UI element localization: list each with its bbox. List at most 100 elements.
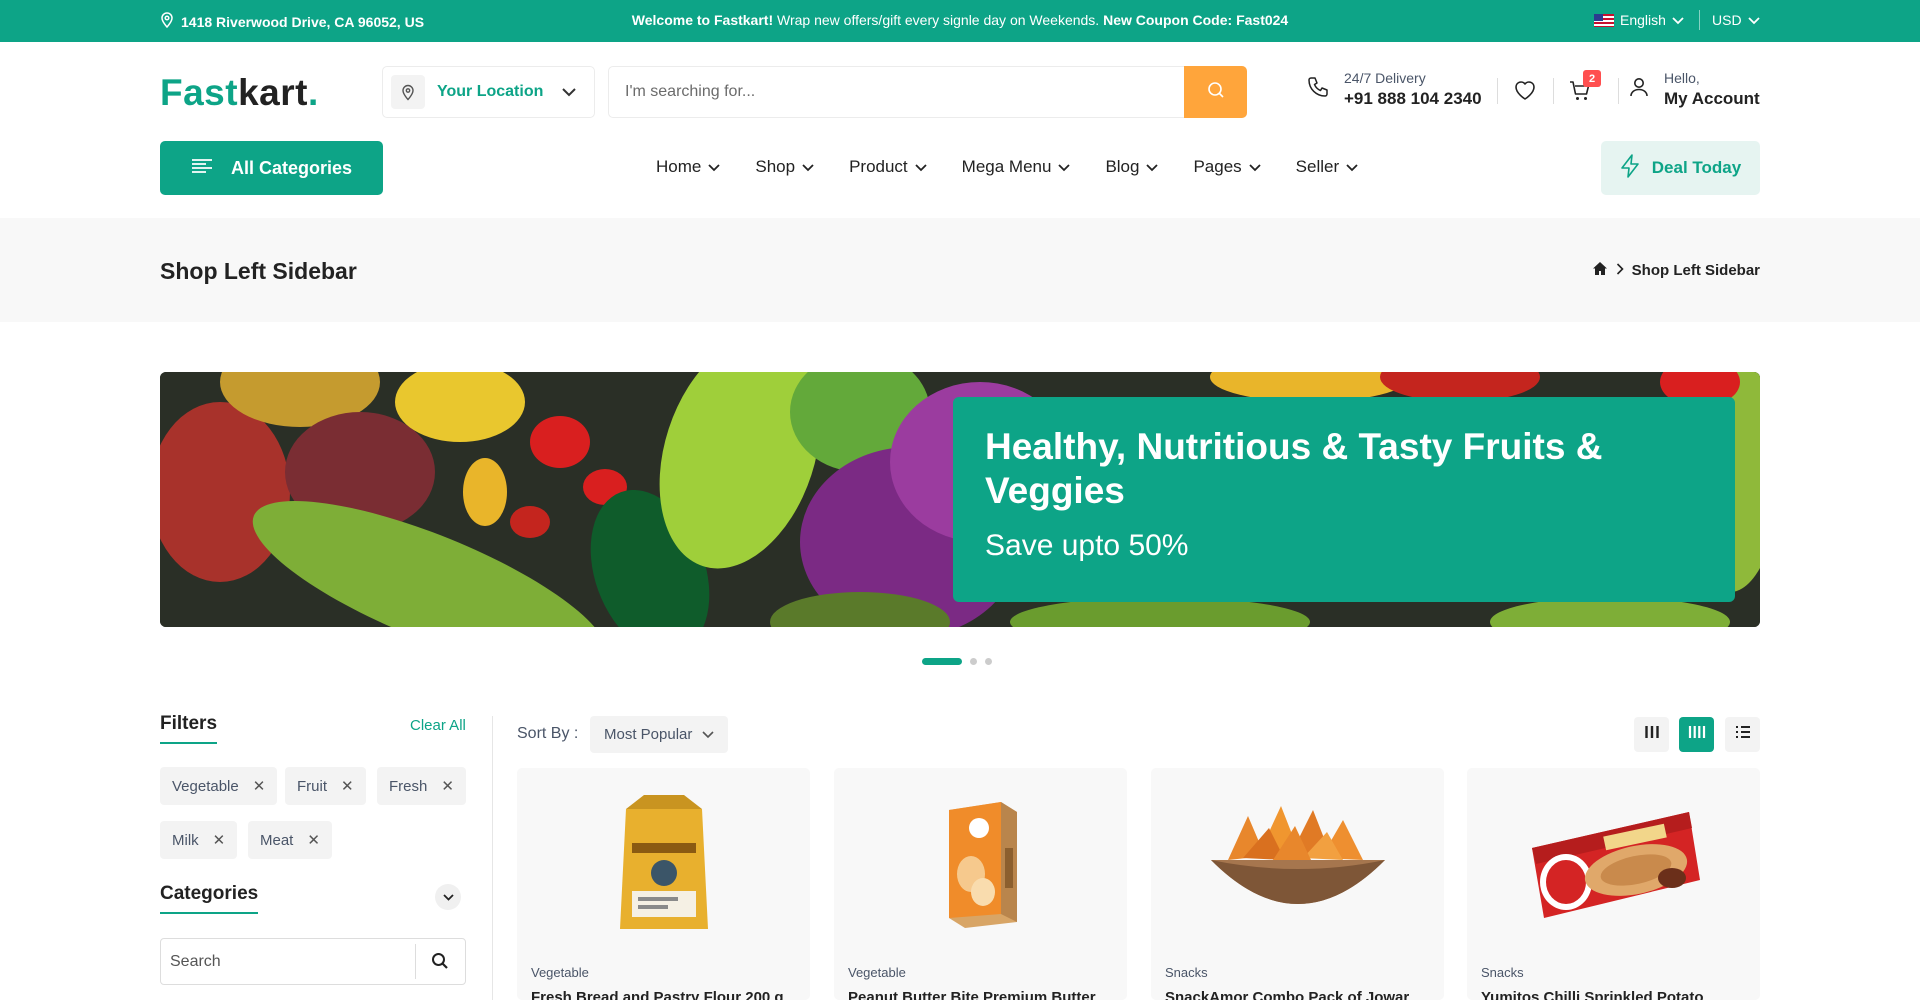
- grid-4-columns-icon: [1688, 725, 1706, 744]
- clear-all-link[interactable]: Clear All: [410, 717, 466, 734]
- currency-selector[interactable]: USD: [1712, 12, 1760, 28]
- sort-by-label: Sort By :: [517, 725, 579, 742]
- product-image[interactable]: [1467, 788, 1760, 938]
- account-menu[interactable]: Hello, My Account: [1628, 70, 1760, 109]
- menu-item-mega-menu[interactable]: Mega Menu: [962, 157, 1071, 177]
- wishlist-heart-icon[interactable]: [1513, 79, 1537, 106]
- product-image[interactable]: [834, 788, 1127, 938]
- chevron-down-icon: [442, 888, 454, 906]
- account-greeting: Hello,: [1664, 70, 1700, 86]
- sort-value: Most Popular: [604, 726, 693, 743]
- all-categories-button[interactable]: All Categories: [160, 141, 383, 195]
- menu-item-pages[interactable]: Pages: [1193, 157, 1261, 177]
- chevron-down-icon: [1058, 157, 1071, 177]
- category-search-input[interactable]: [161, 939, 415, 984]
- header-divider: [1618, 78, 1619, 104]
- product-image[interactable]: [517, 788, 810, 938]
- location-selector[interactable]: Your Location: [382, 66, 595, 118]
- us-flag-icon: [1594, 13, 1614, 27]
- product-card[interactable]: Vegetable Fresh Bread and Pastry Flour 2…: [517, 768, 810, 1000]
- grid-4-view-button[interactable]: [1679, 717, 1714, 752]
- cart-count-badge: 2: [1583, 70, 1601, 87]
- chip-label: Fruit: [297, 777, 327, 795]
- language-selector[interactable]: English: [1594, 12, 1684, 28]
- chevron-down-icon: [1146, 157, 1159, 177]
- search-divider: [415, 944, 416, 979]
- filter-chip-meat[interactable]: Meat ✕: [248, 821, 332, 859]
- delivery-label: 24/7 Delivery: [1344, 70, 1426, 86]
- currency-label: USD: [1712, 12, 1742, 28]
- filter-chip-fruit[interactable]: Fruit ✕: [285, 767, 366, 805]
- filter-chip-vegetable[interactable]: Vegetable ✕: [160, 767, 278, 805]
- banner-subline: Save upto 50%: [985, 529, 1189, 562]
- product-card[interactable]: Snacks SnackAmor Combo Pack of Jowar: [1151, 768, 1444, 1000]
- breadcrumb-current: Shop Left Sidebar: [1631, 262, 1760, 279]
- product-card[interactable]: Vegetable Peanut Butter Bite Premium But…: [834, 768, 1127, 1000]
- product-search: [608, 66, 1247, 118]
- categories-collapse-toggle[interactable]: [435, 884, 461, 910]
- chip-label: Vegetable: [172, 777, 239, 795]
- filter-chip-milk[interactable]: Milk ✕: [160, 821, 238, 859]
- list-view-button[interactable]: [1725, 717, 1760, 752]
- product-category: Snacks: [1165, 965, 1208, 980]
- menu-item-product[interactable]: Product: [849, 157, 927, 177]
- list-icon: [1735, 725, 1751, 744]
- chevron-down-icon: [802, 157, 814, 177]
- croissant-pack-image: [1531, 812, 1700, 918]
- product-category: Vegetable: [531, 965, 589, 980]
- menu-item-label: Product: [849, 157, 908, 176]
- banner-text-card: Healthy, Nutritious & Tasty Fruits & Veg…: [953, 397, 1735, 602]
- carousel-dots: [922, 658, 992, 665]
- grid-3-columns-icon: [1644, 725, 1660, 744]
- topbar-divider: [1699, 10, 1700, 30]
- chevron-down-icon: [1249, 157, 1261, 177]
- carousel-dot-active[interactable]: [922, 658, 962, 665]
- header-divider: [1497, 78, 1498, 104]
- breadcrumb: Shop Left Sidebar: [1592, 261, 1760, 280]
- search-icon[interactable]: [431, 952, 449, 975]
- filter-chip-fresh[interactable]: Fresh ✕: [377, 767, 466, 805]
- site-logo[interactable]: Fastkart.: [160, 72, 319, 114]
- chevron-down-icon: [1747, 12, 1760, 28]
- grid-3-view-button[interactable]: [1634, 717, 1669, 752]
- chip-label: Milk: [172, 831, 199, 849]
- product-name[interactable]: Fresh Bread and Pastry Flour 200 g: [531, 989, 799, 1000]
- close-icon[interactable]: ✕: [307, 831, 320, 849]
- deal-today-button[interactable]: Deal Today: [1601, 141, 1760, 195]
- close-icon[interactable]: ✕: [253, 777, 266, 795]
- welcome-bold: Welcome to Fastkart!: [631, 12, 774, 28]
- close-icon[interactable]: ✕: [341, 777, 354, 795]
- close-icon[interactable]: ✕: [213, 831, 226, 849]
- product-name[interactable]: Yumitos Chilli Sprinkled Potato: [1481, 989, 1749, 1000]
- filters-title: Filters: [160, 713, 218, 744]
- sort-dropdown[interactable]: Most Popular: [590, 716, 728, 753]
- promo-banner[interactable]: Healthy, Nutritious & Tasty Fruits & Veg…: [160, 372, 1760, 627]
- lightning-icon: [1620, 153, 1640, 183]
- sidebar-divider: [492, 716, 493, 1000]
- product-image[interactable]: [1151, 788, 1444, 938]
- search-input[interactable]: [609, 67, 1184, 117]
- chevron-down-icon: [708, 157, 720, 177]
- menu-item-home[interactable]: Home: [656, 157, 720, 177]
- product-name[interactable]: Peanut Butter Bite Premium Butter: [848, 989, 1116, 1000]
- user-icon: [1628, 76, 1650, 103]
- location-label: Your Location: [437, 83, 544, 100]
- menu-item-blog[interactable]: Blog: [1105, 157, 1159, 177]
- logo-kart: kart: [238, 72, 308, 113]
- search-button[interactable]: [1184, 66, 1247, 118]
- home-icon[interactable]: [1592, 261, 1608, 280]
- carousel-dot[interactable]: [970, 658, 977, 665]
- flour-bag-image: [619, 794, 708, 929]
- close-icon[interactable]: ✕: [441, 777, 454, 795]
- banner-headline: Healthy, Nutritious & Tasty Fruits & Veg…: [985, 426, 1603, 511]
- chevron-right-icon: [1616, 262, 1624, 279]
- menu-item-shop[interactable]: Shop: [755, 157, 814, 177]
- phone-number[interactable]: +91 888 104 2340: [1344, 89, 1482, 109]
- product-name[interactable]: SnackAmor Combo Pack of Jowar: [1165, 989, 1433, 1000]
- deal-today-label: Deal Today: [1651, 158, 1742, 177]
- chevron-down-icon: [1346, 157, 1358, 177]
- menu-item-seller[interactable]: Seller: [1296, 157, 1358, 177]
- menu-item-label: Pages: [1193, 157, 1242, 176]
- carousel-dot[interactable]: [985, 658, 992, 665]
- product-card[interactable]: Snacks Yumitos Chilli Sprinkled Potato: [1467, 768, 1760, 1000]
